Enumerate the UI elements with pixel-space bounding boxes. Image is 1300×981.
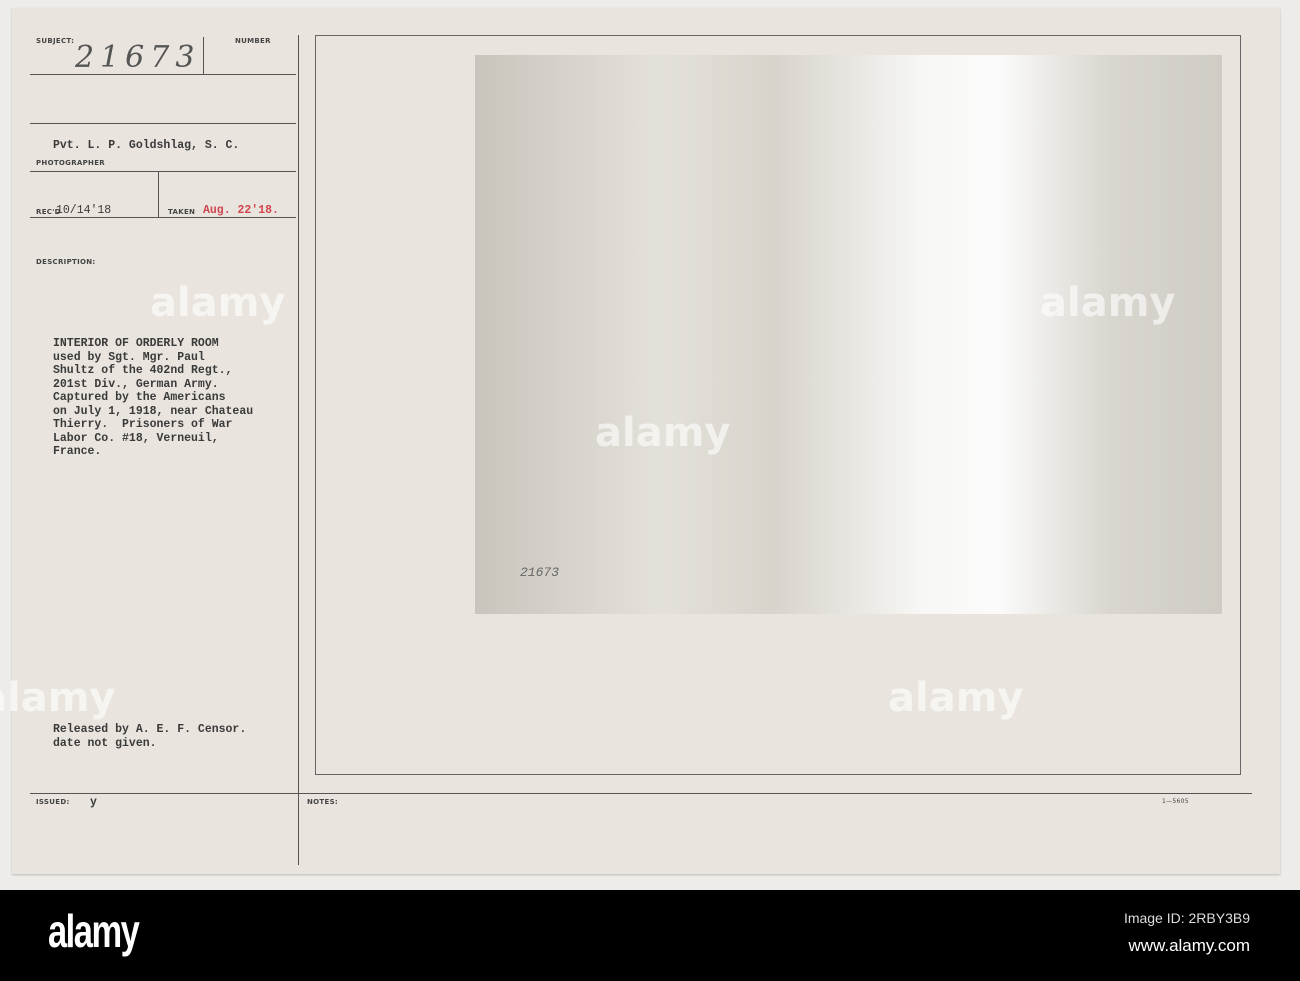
alamy-logo: alamy bbox=[48, 905, 140, 957]
photo-stamp-number: 21673 bbox=[520, 565, 560, 580]
watermark: alamy bbox=[888, 675, 1024, 721]
photograph: 21673 bbox=[475, 55, 1222, 614]
photographer-label: PHOTOGRAPHER bbox=[36, 159, 105, 167]
release-text: Released by A. E. F. Censor. date not gi… bbox=[53, 723, 247, 750]
alamy-url[interactable]: www.alamy.com bbox=[1128, 936, 1250, 956]
watermark: alamy bbox=[595, 410, 731, 456]
number-label: NUMBER bbox=[235, 37, 271, 45]
notes-label: NOTES: bbox=[307, 798, 339, 806]
issued-value: y bbox=[90, 796, 97, 809]
watermark: alamy bbox=[150, 280, 286, 326]
watermark: alamy bbox=[1040, 280, 1176, 326]
subject-label: SUBJECT: bbox=[36, 37, 75, 45]
image-id: Image ID: 2RBY3B9 bbox=[1123, 910, 1250, 926]
received-date: 10/14'18 bbox=[56, 204, 112, 217]
taken-label: TAKEN bbox=[168, 208, 196, 216]
taken-date: Aug. 22'18. bbox=[203, 204, 279, 217]
description-text: INTERIOR OF ORDERLY ROOM used by Sgt. Mg… bbox=[53, 337, 254, 458]
issued-label: ISSUED: bbox=[36, 798, 70, 806]
alamy-footer: alamy Image ID: 2RBY3B9 www.alamy.com bbox=[0, 890, 1300, 981]
watermark: alamy bbox=[0, 675, 116, 721]
description-label: DESCRIPTION: bbox=[36, 258, 96, 266]
handwritten-number: 21673 bbox=[75, 40, 201, 75]
photographer-name: Pvt. L. P. Goldshlag, S. C. bbox=[53, 139, 240, 152]
form-code: 1—5605 bbox=[1162, 798, 1189, 805]
